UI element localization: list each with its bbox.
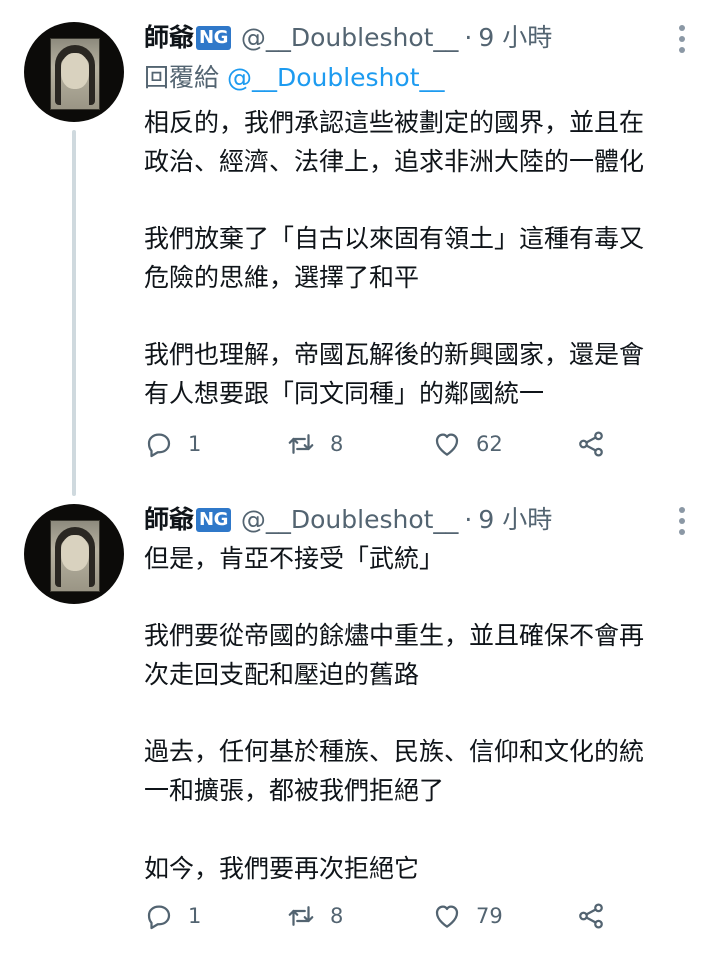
reply-count: 1 [188,904,202,928]
tweet-line: 我們要從帝國的餘燼中重生，並且確保不會再 [144,621,645,651]
retweet-icon [288,906,314,926]
share-button[interactable] [576,898,606,934]
reply-icon [147,905,171,930]
author-handle[interactable]: @__Doubleshot__ [241,504,459,536]
tweet-line: 有人想要跟「同文同種」的鄰國統一 [144,378,545,408]
avatar[interactable] [24,504,124,604]
tweet-line: 政治、經濟、法律上，追求非洲大陸的一體化 [144,146,645,176]
reply-to: 回覆給 @__Doubleshot__ [144,62,445,94]
timestamp[interactable]: 9 小時 [478,504,552,536]
share-button[interactable] [576,426,606,462]
thread-line [72,130,76,496]
retweet-count: 8 [330,432,344,456]
retweet-button[interactable]: 8 [286,426,343,462]
tweet-line: 我們放棄了「自古以來固有領土」這種有毒又 [144,224,645,254]
tweet-header: 師爺 NG @__Doubleshot__ · 9 小時 [144,22,552,54]
share-icon [579,903,603,929]
author-handle[interactable]: @__Doubleshot__ [241,22,459,54]
tweet-line: 次走回支配和壓迫的舊路 [144,660,420,690]
like-button[interactable]: 79 [432,898,503,934]
tweet-line: 一和擴張，都被我們拒絕了 [144,776,445,806]
share-icon [579,431,603,457]
reply-prefix: 回覆給 [144,63,220,92]
reply-count: 1 [188,432,202,456]
tweet-line: 但是，肯亞不接受「武統」 [144,544,445,573]
avatar[interactable] [24,22,124,122]
more-vertical-icon[interactable] [674,25,690,53]
tweet-text: 相反的，我們承認這些被劃定的國界，並且在 政治、經濟、法律上，追求非洲大陸的一體… [144,104,704,414]
heart-icon [435,905,459,928]
retweet-button[interactable]: 8 [286,898,343,934]
tweet-line: 過去，任何基於種族、民族、信仰和文化的統 [144,737,645,767]
tweet-line: 我們也理解，帝國瓦解後的新興國家，還是會 [144,340,645,370]
retweet-count: 8 [330,904,344,928]
avatar-photo [50,38,100,110]
tweet-line: 如今，我們要再次拒絕它 [144,853,420,883]
author-name[interactable]: 師爺 [144,504,194,536]
like-count: 62 [476,432,503,456]
retweet-icon [288,434,314,454]
tweet-line: 危險的思維，選擇了和平 [144,262,420,292]
tweet-actions: 1 8 79 [144,898,624,934]
tweet-actions: 1 8 62 [144,426,624,462]
like-button[interactable]: 62 [432,426,503,462]
author-name[interactable]: 師爺 [144,22,194,54]
reply-to-handle[interactable]: @__Doubleshot__ [227,63,445,92]
separator-dot: · [464,505,473,534]
reply-icon [147,433,171,458]
tweet-header: 師爺 NG @__Doubleshot__ · 9 小時 [144,504,552,536]
heart-icon [435,433,459,456]
tweet-text: 但是，肯亞不接受「武統」 我們要從帝國的餘燼中重生，並且確保不會再 次走回支配和… [144,540,704,888]
more-vertical-icon[interactable] [674,507,690,535]
ng-badge: NG [196,508,231,532]
avatar-photo [50,520,100,592]
timestamp[interactable]: 9 小時 [478,22,552,54]
tweet-line: 相反的，我們承認這些被劃定的國界，並且在 [144,108,645,137]
reply-button[interactable]: 1 [144,898,201,934]
ng-badge: NG [196,26,231,50]
like-count: 79 [476,904,503,928]
reply-button[interactable]: 1 [144,426,201,462]
separator-dot: · [464,23,473,52]
